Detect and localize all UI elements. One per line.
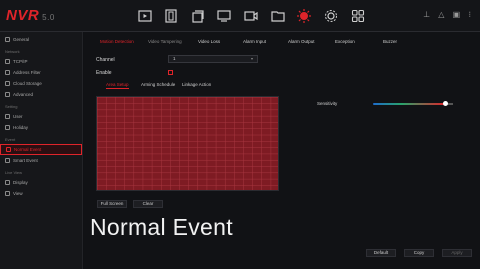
sidebar-item-advanced[interactable]: Advanced [0, 89, 82, 100]
sidebar-item-label: Holiday [13, 125, 29, 130]
sidebar-item-label: General [13, 37, 30, 42]
sidebar-item-label: Display [13, 180, 28, 185]
view-icon [5, 191, 10, 196]
calendar-icon [5, 125, 10, 130]
sidebar-item-smart-event[interactable]: Smart Event [0, 155, 82, 166]
copy-button[interactable]: Copy [404, 249, 434, 257]
overlay-caption: Normal Event [90, 214, 233, 240]
subtab-area-setup[interactable]: Area Setup [106, 82, 129, 89]
sidebar-item-general[interactable]: General [0, 34, 82, 45]
apply-button[interactable]: Apply [442, 249, 472, 257]
top-bar: NVR 5.0 ⊥ △ ▣ ⁝ [0, 0, 480, 32]
subtab-arming-schedule[interactable]: Arming Schedule [141, 82, 175, 87]
sidebar-item-display[interactable]: Display [0, 177, 82, 188]
sidebar-section-live-view: Live View [5, 170, 23, 175]
cloud-icon [5, 81, 10, 86]
sidebar: General Network TCP/IP Address Filter Cl… [0, 32, 83, 269]
channel-value: 1 [173, 56, 176, 61]
chevron-down-icon: ▾ [250, 56, 253, 61]
tab-alarm-output[interactable]: Alarm Output [288, 39, 315, 44]
folder-icon[interactable] [270, 8, 286, 24]
sidebar-item-label: User [13, 114, 23, 119]
main-panel: Motion Detection Video Tampering Video L… [84, 32, 480, 269]
tab-video-loss[interactable]: Video Loss [198, 39, 220, 44]
tab-video-tampering[interactable]: Video Tampering [148, 39, 182, 44]
sidebar-item-cloud-storage[interactable]: Cloud Storage [0, 78, 82, 89]
tab-motion-detection[interactable]: Motion Detection [100, 39, 134, 44]
motion-area-grid[interactable] [96, 96, 279, 191]
subtab-linkage-action[interactable]: Linkage Action [182, 82, 211, 87]
slider-handle[interactable] [442, 101, 448, 106]
sidebar-section-setting: Setting [5, 104, 18, 109]
logo-text: NVR [6, 7, 40, 24]
sidebar-item-label: Cloud Storage [13, 81, 42, 86]
tab-buzzer[interactable]: Buzzer [383, 39, 397, 44]
clear-button[interactable]: Clear [133, 200, 163, 208]
sensitivity-label: Sensitivity [317, 101, 338, 106]
sidebar-item-normal-event[interactable]: Normal Event [0, 144, 82, 155]
advanced-icon [5, 92, 10, 97]
grid-icon[interactable] [350, 8, 366, 24]
monitor-icon[interactable] [216, 8, 232, 24]
camera-icon[interactable] [243, 8, 259, 24]
copy-icon[interactable] [190, 8, 206, 24]
system-status-icons[interactable]: ⊥ △ ▣ ⁝ [423, 10, 474, 19]
sidebar-item-tcpip[interactable]: TCP/IP [0, 56, 82, 67]
sidebar-item-view[interactable]: View [0, 188, 82, 199]
alert-icon [6, 147, 11, 152]
enable-label: Enable [96, 70, 112, 76]
sidebar-item-label: Advanced [13, 92, 34, 97]
sidebar-item-user[interactable]: User [0, 111, 82, 122]
event-tabs: Motion Detection Video Tampering Video L… [84, 32, 480, 48]
smart-event-icon [5, 158, 10, 163]
sidebar-item-label: Smart Event [13, 158, 38, 163]
logo-version: 5.0 [42, 13, 55, 22]
film-icon[interactable] [163, 8, 179, 24]
default-button[interactable]: Default [366, 249, 396, 257]
alarm-icon[interactable] [296, 8, 312, 24]
sidebar-item-label: View [13, 191, 23, 196]
settings-icon[interactable] [323, 8, 339, 24]
channel-label: Channel [96, 57, 115, 63]
display-icon [5, 180, 10, 185]
tab-alarm-input[interactable]: Alarm Input [243, 39, 266, 44]
channel-select[interactable]: 1 ▾ [168, 55, 258, 63]
sidebar-section-network: Network [5, 49, 20, 54]
filter-icon [5, 70, 10, 75]
sidebar-section-event: Event [5, 137, 16, 142]
sidebar-item-label: Address Filter [13, 70, 41, 75]
playback-icon[interactable] [137, 8, 153, 24]
network-icon [5, 59, 10, 64]
sidebar-item-label: TCP/IP [13, 59, 28, 64]
enable-checkbox[interactable] [168, 70, 173, 75]
nvr-logo: NVR 5.0 [6, 7, 55, 24]
sidebar-item-holiday[interactable]: Holiday [0, 122, 82, 133]
user-icon [5, 114, 10, 119]
sidebar-item-label: Normal Event [14, 147, 42, 152]
full-screen-button[interactable]: Full Screen [97, 200, 127, 208]
sidebar-item-address-filter[interactable]: Address Filter [0, 67, 82, 78]
tab-exception[interactable]: Exception [335, 39, 355, 44]
sensitivity-slider[interactable] [373, 101, 453, 106]
general-icon [5, 37, 10, 42]
